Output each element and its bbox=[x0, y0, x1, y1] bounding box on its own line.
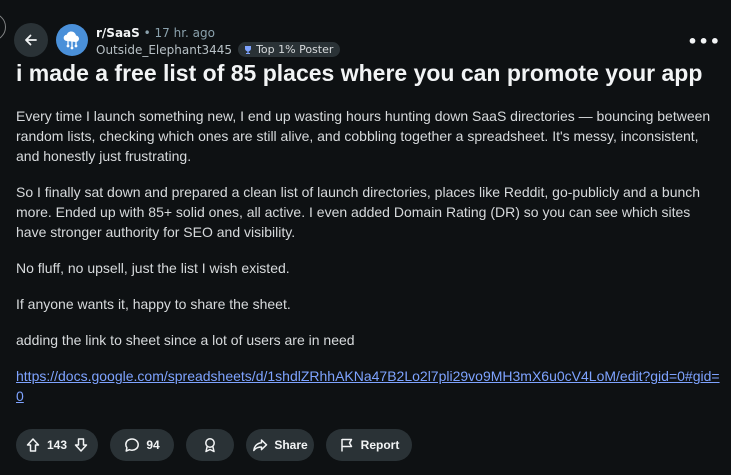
subreddit-avatar[interactable] bbox=[56, 24, 88, 56]
body-paragraph: So I finally sat down and prepared a cle… bbox=[16, 184, 701, 240]
meta-separator: • bbox=[143, 26, 151, 40]
flair-label: Top 1% Poster bbox=[256, 43, 334, 56]
author-line: Outside_Elephant3445 Top 1% Poster bbox=[96, 42, 341, 57]
partial-circle-edge bbox=[0, 13, 6, 41]
arrow-left-icon bbox=[23, 32, 39, 48]
arrow-up-icon[interactable] bbox=[25, 437, 41, 453]
post-title: i made a free list of 85 places where yo… bbox=[16, 60, 703, 86]
speech-bubble-icon bbox=[124, 437, 140, 453]
award-icon bbox=[202, 437, 218, 453]
post-time: 17 hr. ago bbox=[154, 26, 215, 40]
body-paragraph: Every time I launch something new, I end… bbox=[16, 108, 711, 164]
body-paragraph: If anyone wants it, happy to share the s… bbox=[16, 296, 291, 312]
more-horizontal-icon: ••• bbox=[687, 32, 721, 51]
cloud-network-icon bbox=[60, 28, 84, 52]
trophy-icon bbox=[243, 45, 253, 55]
sheet-link[interactable]: https://docs.google.com/spreadsheets/d/1… bbox=[16, 368, 720, 404]
share-button[interactable]: Share bbox=[246, 429, 314, 461]
share-arrow-icon bbox=[252, 437, 268, 453]
post-body: Every time I launch something new, I end… bbox=[16, 106, 722, 422]
flag-icon bbox=[339, 437, 355, 453]
user-flair: Top 1% Poster bbox=[238, 42, 341, 57]
share-label: Share bbox=[274, 438, 308, 452]
back-button[interactable] bbox=[14, 23, 48, 57]
action-bar: 143 94 Share Report bbox=[16, 429, 412, 461]
report-button[interactable]: Report bbox=[326, 429, 412, 461]
report-label: Report bbox=[360, 438, 400, 452]
award-button[interactable] bbox=[186, 429, 234, 461]
more-options-button[interactable]: ••• bbox=[687, 32, 721, 51]
author-link[interactable]: Outside_Elephant3445 bbox=[96, 43, 232, 57]
subreddit-link[interactable]: r/SaaS bbox=[96, 26, 140, 40]
comment-count: 94 bbox=[146, 438, 160, 452]
vote-control: 143 bbox=[16, 429, 98, 461]
comments-button[interactable]: 94 bbox=[110, 429, 174, 461]
arrow-down-icon[interactable] bbox=[73, 437, 89, 453]
post-meta: r/SaaS • 17 hr. ago bbox=[96, 26, 215, 40]
upvote-count: 143 bbox=[46, 438, 68, 452]
body-paragraph: No fluff, no upsell, just the list I wis… bbox=[16, 260, 290, 276]
body-paragraph: adding the link to sheet since a lot of … bbox=[16, 332, 355, 348]
